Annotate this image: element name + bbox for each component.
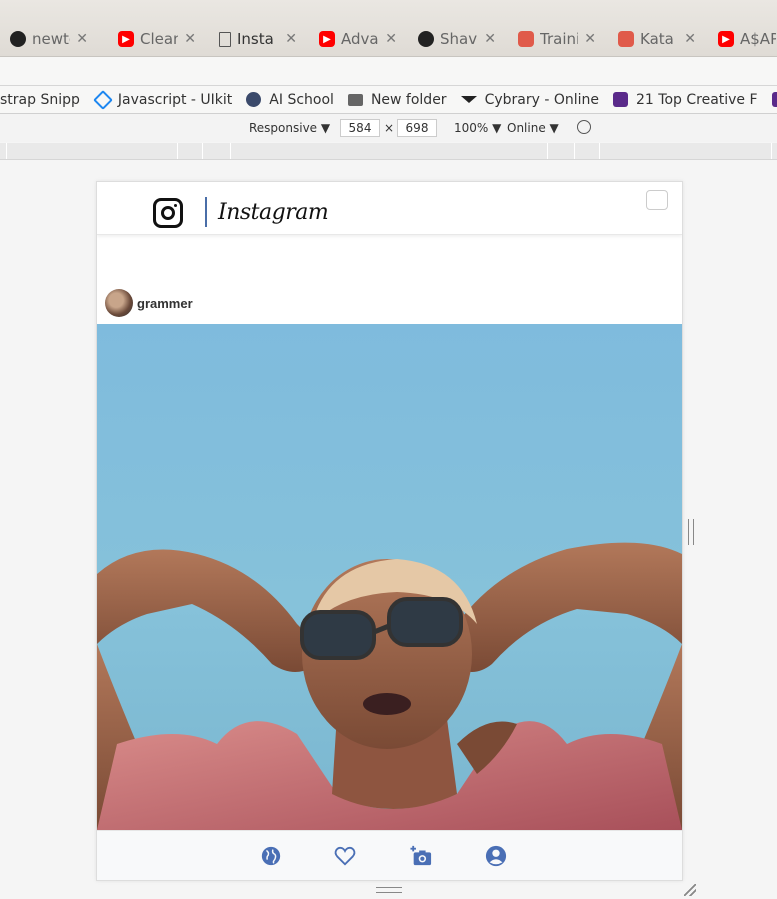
bookmark-javascript-uikit[interactable]: Javascript - UIkit [92,89,232,110]
device-select[interactable]: Responsive ▼ [249,121,330,135]
tab-insta[interactable]: Insta ✕ [205,22,305,56]
bookmark-new-folder[interactable]: New folder [347,92,447,108]
post-username[interactable]: grammer [137,296,193,311]
youtube-icon: ▶ [718,31,734,47]
address-bar-area [0,57,777,86]
instagram-camera-icon[interactable] [153,198,183,228]
training-icon [618,31,634,47]
bookmark-colorlib-2[interactable]: 2 [771,92,777,108]
viewport-width-input[interactable]: 584 [340,119,380,137]
resize-handle-bottom[interactable] [376,887,402,893]
device-toolbar: Responsive ▼ 584 × 698 100% ▼ Online ▼ [0,114,777,142]
uikit-icon [92,89,113,110]
youtube-icon: ▶ [118,31,134,47]
browser-tab-strip: newte ✕ ▶ Clean ✕ Insta ✕ ▶ Advar ✕ Shav… [0,0,777,57]
tab-kata[interactable]: Kata S ✕ [604,22,704,56]
bookmark-21-top-creative[interactable]: 21 Top Creative F [613,92,758,108]
avatar[interactable] [105,289,133,317]
post-photo[interactable] [97,324,682,830]
tab-newte[interactable]: newte ✕ [0,22,96,56]
menu-toggle-button[interactable] [646,190,668,210]
close-tab-icon[interactable]: ✕ [584,31,596,47]
zoom-select[interactable]: 100% ▼ [454,121,501,135]
colorlib-icon [771,92,777,107]
photo-illustration [97,542,682,830]
profile-icon[interactable] [484,845,508,867]
github-icon [10,31,26,47]
heart-icon[interactable] [333,845,357,867]
cybrary-icon [460,96,477,103]
rotate-icon[interactable] [577,120,591,134]
bookmarks-bar: strap Snipp Javascript - UIkit AI School… [0,86,777,114]
colorlib-icon [613,92,629,107]
document-icon [219,31,231,47]
bookmark-cybrary[interactable]: Cybrary - Online [460,92,599,108]
bottom-nav [97,830,682,880]
ai-school-icon [246,92,262,107]
close-tab-icon[interactable]: ✕ [285,31,297,47]
logo-divider [205,197,207,227]
globe-icon[interactable] [259,845,283,867]
close-tab-icon[interactable]: ✕ [684,31,696,47]
github-icon [418,31,434,47]
close-tab-icon[interactable]: ✕ [484,31,496,47]
close-tab-icon[interactable]: ✕ [76,31,88,47]
training-icon [518,31,534,47]
tab-shavo[interactable]: Shavo ✕ [404,22,504,56]
post-header: grammer [97,282,682,324]
device-frame: Instagram grammer [96,181,683,881]
add-photo-icon[interactable] [409,845,433,867]
resize-handle-corner[interactable] [684,884,696,896]
close-tab-icon[interactable]: ✕ [385,31,397,47]
app-header: Instagram [97,182,682,235]
tab-asap[interactable]: ▶ A$AP [704,22,777,56]
instagram-wordmark[interactable]: Instagram [218,200,329,225]
close-tab-icon[interactable]: ✕ [184,31,196,47]
bookmark-bootstrap-snippets[interactable]: strap Snipp [0,92,80,108]
media-query-ruler [0,143,777,160]
tab-clean[interactable]: ▶ Clean ✕ [104,22,204,56]
viewport-height-input[interactable]: 698 [397,119,437,137]
youtube-icon: ▶ [319,31,335,47]
bookmark-ai-school[interactable]: AI School [246,92,334,108]
resize-handle-right[interactable] [688,519,694,545]
tab-advar[interactable]: ▶ Advar ✕ [305,22,405,56]
network-throttle-select[interactable]: Online ▼ [507,121,559,135]
tab-training[interactable]: Traini ✕ [504,22,604,56]
folder-icon [347,93,363,106]
